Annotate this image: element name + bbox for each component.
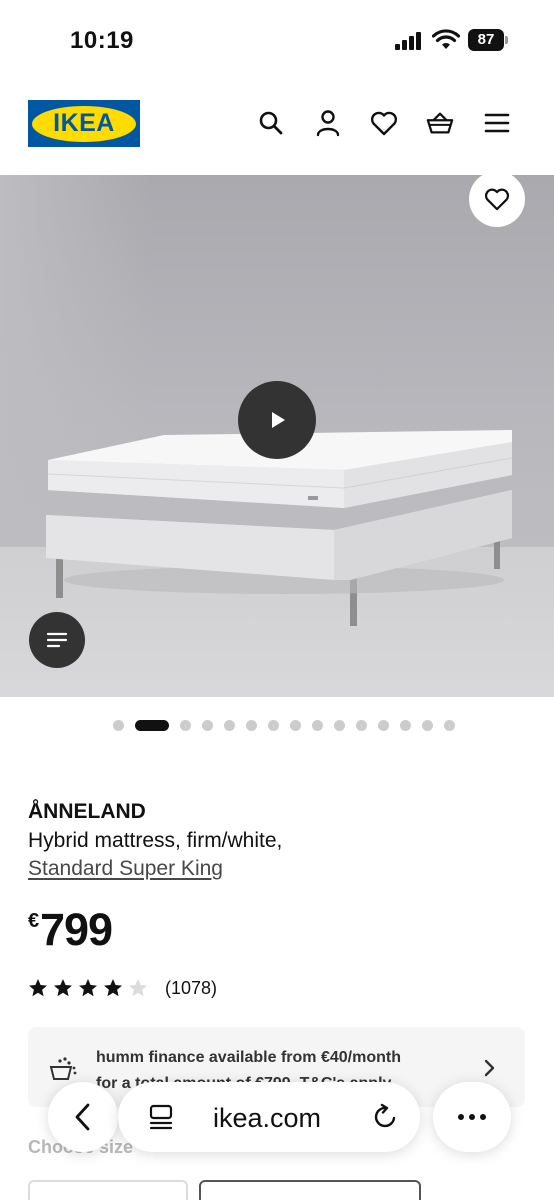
gallery-pagination[interactable]: [113, 719, 455, 732]
product-rating[interactable]: (1078): [28, 976, 217, 1000]
star-filled-icon: [104, 979, 122, 997]
pagination-dot[interactable]: [180, 720, 191, 731]
product-size-link[interactable]: Standard Super King: [28, 857, 223, 881]
browser-url: ikea.com: [213, 1103, 322, 1133]
wifi-icon: [432, 29, 460, 49]
pagination-dot[interactable]: [224, 720, 235, 731]
battery-level: 87: [468, 29, 504, 51]
menu-icon[interactable]: [483, 109, 511, 137]
browser-back-button[interactable]: [48, 1082, 118, 1152]
rating-stars: [28, 978, 153, 998]
pagination-dot[interactable]: [378, 720, 389, 731]
pagination-dot[interactable]: [113, 720, 124, 731]
pagination-dot[interactable]: [400, 720, 411, 731]
more-dot: [480, 1114, 486, 1120]
pagination-dot-active[interactable]: [135, 720, 169, 731]
star-filled-icon: [54, 979, 72, 997]
logo-oval: IKEA: [32, 105, 136, 142]
pagination-dot[interactable]: [356, 720, 367, 731]
gallery-menu-button[interactable]: [29, 612, 85, 668]
save-to-favourites-button[interactable]: [469, 175, 525, 227]
battery-indicator: 87: [468, 29, 508, 51]
status-bar: 10:19 87: [0, 0, 554, 80]
star-filled-icon: [79, 979, 97, 997]
reload-icon[interactable]: [372, 1103, 400, 1131]
logo-text: IKEA: [53, 109, 115, 137]
account-icon[interactable]: [314, 109, 342, 137]
browser-more-button[interactable]: [433, 1082, 511, 1152]
pagination-dot[interactable]: [422, 720, 433, 731]
play-video-button[interactable]: [238, 381, 316, 459]
heart-icon[interactable]: [370, 109, 398, 137]
review-count: (1078): [165, 977, 218, 998]
pagination-dot[interactable]: [444, 720, 455, 731]
more-dot: [458, 1114, 464, 1120]
pagination-dot[interactable]: [334, 720, 345, 731]
finance-line-1: humm finance available from €40/month: [96, 1049, 401, 1066]
mattress-product-image: [46, 430, 513, 626]
pagination-dot[interactable]: [290, 720, 301, 731]
basket-icon[interactable]: [426, 109, 454, 137]
status-time: 10:19: [70, 27, 134, 54]
search-icon[interactable]: [257, 109, 285, 137]
more-dot: [469, 1114, 475, 1120]
product-name: ÅNNELAND: [28, 800, 146, 823]
star-filled-icon: [29, 979, 47, 997]
battery-tip: [505, 36, 508, 44]
pagination-dot[interactable]: [312, 720, 323, 731]
browser-address-bar[interactable]: ikea.com: [118, 1082, 420, 1152]
product-description: Hybrid mattress, firm/white,: [28, 829, 283, 852]
pagination-dot[interactable]: [202, 720, 213, 731]
price-value: 799: [40, 904, 113, 955]
price-currency: €: [28, 910, 40, 932]
heart-icon: [484, 188, 510, 211]
ikea-logo[interactable]: IKEA: [28, 100, 140, 147]
product-image-gallery[interactable]: [0, 175, 554, 697]
pagination-dot[interactable]: [246, 720, 257, 731]
pagination-dot[interactable]: [268, 720, 279, 731]
play-icon: [272, 412, 285, 428]
browser-toolbar: ikea.com: [0, 1070, 554, 1200]
site-header: IKEA: [0, 80, 554, 175]
tabs-icon[interactable]: [148, 1104, 174, 1130]
list-icon: [46, 632, 68, 648]
star-empty-icon: [129, 979, 147, 997]
cellular-signal-icon: [395, 32, 421, 50]
chevron-left-icon: [75, 1103, 90, 1131]
